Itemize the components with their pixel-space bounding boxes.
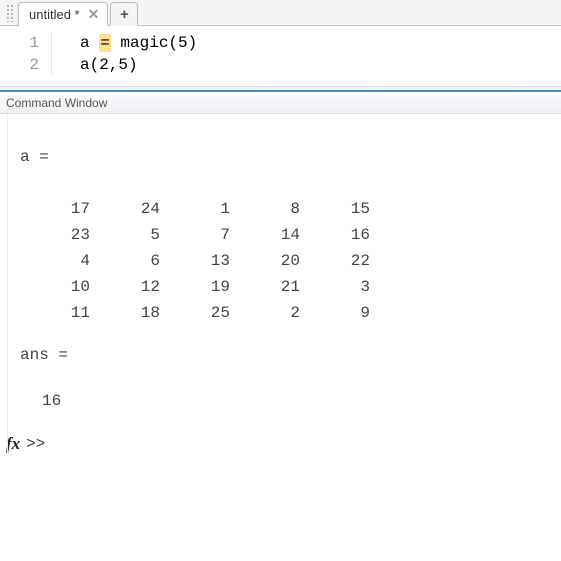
matrix-cell: 10 <box>42 274 112 300</box>
code-editor[interactable]: 12 a = magic(5) a(2,5) <box>0 26 561 86</box>
ans-value: 16 <box>10 388 561 414</box>
drag-handle-icon[interactable] <box>6 4 14 22</box>
matrix-cell: 6 <box>112 248 182 274</box>
matrix-cell: 8 <box>252 196 322 222</box>
fx-icon[interactable]: fx <box>6 434 20 454</box>
blank-line <box>10 124 561 146</box>
code-text: a(2,5) <box>80 56 138 74</box>
matrix-cell: 14 <box>252 222 322 248</box>
matrix-cell: 21 <box>252 274 322 300</box>
plus-icon: + <box>120 6 129 23</box>
matrix-cell: 4 <box>42 248 112 274</box>
matrix-cell: 1 <box>182 196 252 222</box>
matrix-output: 1724181523571416461320221012192131118252… <box>42 196 561 326</box>
tab-label: untitled * <box>29 7 80 22</box>
matrix-cell: 3 <box>322 274 392 300</box>
matrix-cell: 15 <box>322 196 392 222</box>
ans-header: ans = <box>10 344 561 366</box>
command-window[interactable]: a = 172418152357141646132022101219213111… <box>0 114 561 454</box>
code-text: magic(5) <box>111 34 197 52</box>
new-tab-button[interactable]: + <box>110 2 138 26</box>
blank-line <box>10 366 561 388</box>
equals-warning: = <box>99 34 111 52</box>
matrix-cell: 18 <box>112 300 182 326</box>
matrix-cell: 22 <box>322 248 392 274</box>
matrix-cell: 24 <box>112 196 182 222</box>
matrix-row: 17241815 <box>42 196 561 222</box>
blank-line <box>10 168 561 190</box>
matrix-cell: 2 <box>252 300 322 326</box>
matrix-cell: 11 <box>42 300 112 326</box>
matrix-cell: 9 <box>322 300 392 326</box>
matrix-row: 46132022 <box>42 248 561 274</box>
variable-header: a = <box>10 146 561 168</box>
prompt-row[interactable]: fx >> <box>10 434 561 454</box>
matrix-row: 11182529 <box>42 300 561 326</box>
code-line[interactable]: a(2,5) <box>80 54 197 76</box>
matrix-cell: 16 <box>322 222 392 248</box>
matrix-cell: 20 <box>252 248 322 274</box>
line-number: 2 <box>0 54 39 76</box>
matrix-row: 101219213 <box>42 274 561 300</box>
code-line[interactable]: a = magic(5) <box>80 32 197 54</box>
code-area[interactable]: a = magic(5) a(2,5) <box>52 32 197 76</box>
matrix-cell: 23 <box>42 222 112 248</box>
matrix-cell: 19 <box>182 274 252 300</box>
matrix-cell: 25 <box>182 300 252 326</box>
cw-gutter-line <box>7 114 8 454</box>
command-prompt: >> <box>26 435 45 453</box>
matrix-cell: 13 <box>182 248 252 274</box>
matrix-cell: 7 <box>182 222 252 248</box>
matrix-cell: 17 <box>42 196 112 222</box>
editor-tab-bar: untitled * ✕ + <box>0 0 561 26</box>
command-window-title: Command Window <box>0 92 561 114</box>
matrix-row: 23571416 <box>42 222 561 248</box>
matrix-cell: 12 <box>112 274 182 300</box>
tab-untitled[interactable]: untitled * ✕ <box>18 2 108 26</box>
line-number: 1 <box>0 32 39 54</box>
matrix-cell: 5 <box>112 222 182 248</box>
close-icon[interactable]: ✕ <box>88 7 100 21</box>
code-text: a <box>80 34 99 52</box>
line-number-gutter: 12 <box>0 32 52 76</box>
